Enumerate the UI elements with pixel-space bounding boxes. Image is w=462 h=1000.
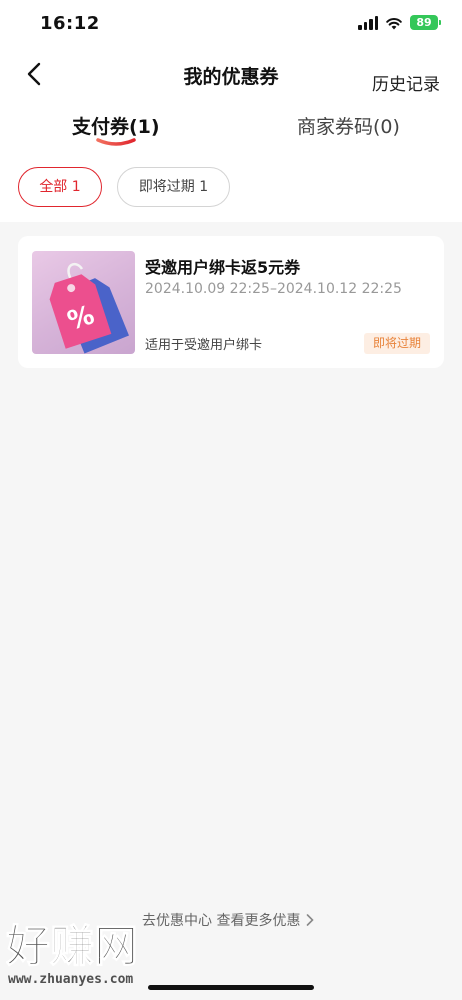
watermark-main: 好赚网	[6, 921, 138, 972]
more-offers-link[interactable]: 去优惠中心 查看更多优惠	[142, 910, 315, 930]
coupon-validity: 2024.10.09 22:25–2024.10.12 22:25	[145, 281, 402, 297]
discount-tag-icon: %	[49, 262, 129, 354]
filter-all-chip[interactable]: 全部 1	[18, 167, 102, 207]
coupon-title: 受邀用户绑卡返5元券	[145, 258, 301, 277]
status-time: 16:12	[40, 13, 100, 34]
header-area: 16:12 89 我的优惠券 历史记录 支付券(1) 商家券码(0) 全部 1 …	[0, 0, 462, 222]
watermark-sub: www.zhuanyes.com	[8, 972, 133, 987]
more-offers-label: 去优惠中心 查看更多优惠	[142, 913, 301, 929]
battery-icon: 89	[410, 15, 441, 30]
tab-merchant-codes[interactable]: 商家券码(0)	[297, 112, 400, 139]
chevron-right-icon	[307, 914, 315, 926]
home-indicator[interactable]	[148, 985, 314, 990]
status-icons: 89	[358, 15, 441, 30]
wifi-icon	[386, 17, 402, 29]
signal-icon	[358, 15, 378, 30]
coupon-scope: 适用于受邀用户绑卡	[145, 338, 263, 353]
tab-pay-coupons[interactable]: 支付券(1)	[72, 112, 160, 139]
expiring-badge: 即将过期	[363, 333, 430, 354]
coupon-image: %	[32, 251, 135, 354]
filter-expiring-chip[interactable]: 即将过期 1	[117, 167, 230, 207]
active-tab-indicator	[96, 138, 136, 146]
coupon-card[interactable]: % 受邀用户绑卡返5元券 2024.10.09 22:25–2024.10.12…	[18, 236, 444, 368]
history-button[interactable]: 历史记录	[372, 70, 440, 95]
